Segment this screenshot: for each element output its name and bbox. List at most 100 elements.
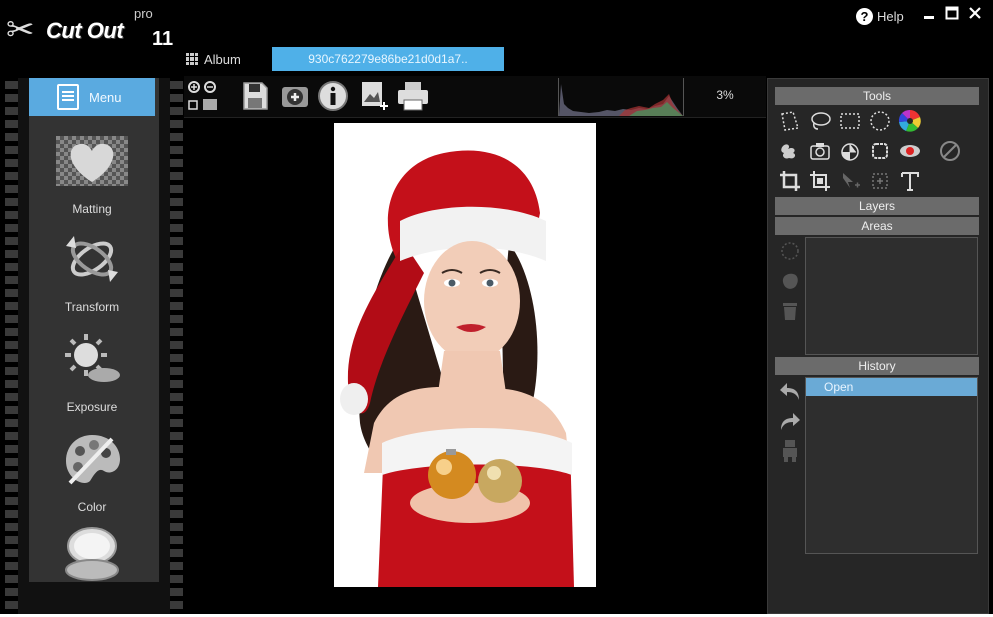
maximize-button[interactable] [943, 6, 961, 24]
ellipse-select-tool[interactable] [867, 108, 893, 134]
photo-preview [334, 123, 596, 587]
print-button[interactable] [396, 79, 430, 113]
exposure-label: Exposure [66, 400, 118, 414]
scissors-icon: ✂ [6, 10, 35, 50]
area-select-button[interactable] [778, 239, 802, 263]
app-brand: Cut Out [46, 18, 124, 43]
history-list[interactable]: Open [805, 377, 978, 554]
file-tab[interactable]: 930c762279e86be21d0d1a7.. [272, 47, 504, 71]
grid-icon [186, 53, 198, 65]
move-tool[interactable] [837, 168, 863, 194]
heart-matting-icon [56, 130, 128, 192]
help-button[interactable]: ? Help [856, 6, 904, 26]
album-label: Album [204, 51, 241, 67]
menu-document-icon [57, 84, 79, 110]
menu-item-transform[interactable]: Transform [29, 228, 155, 314]
undo-button[interactable] [778, 379, 802, 403]
paint-bucket-icon [841, 143, 859, 161]
add-image-icon [282, 87, 308, 107]
crop-icon [780, 171, 800, 191]
maximize-icon [945, 6, 959, 20]
rectangle-select-tool[interactable] [837, 108, 863, 134]
menu-item-matting[interactable]: Matting [29, 130, 155, 216]
new-image-button[interactable] [358, 79, 392, 113]
main-toolbar: 3% [184, 76, 766, 118]
color-wheel-tool[interactable] [897, 108, 923, 134]
menu-button[interactable]: Menu [29, 78, 155, 116]
clear-tool[interactable] [937, 138, 963, 164]
minimize-button[interactable] [920, 6, 938, 24]
red-eye-icon [900, 145, 920, 157]
exposure-sun-icon [56, 328, 128, 390]
transform-selection-tool[interactable] [867, 168, 893, 194]
info-button[interactable] [316, 79, 350, 113]
perspective-crop-icon [810, 171, 830, 191]
matting-label: Matting [72, 202, 112, 216]
robot-icon [783, 440, 797, 462]
close-button[interactable] [966, 6, 984, 24]
app-edition: pro [134, 6, 153, 21]
new-image-icon [362, 82, 388, 110]
save-icon [243, 82, 268, 110]
menu-label: Menu [89, 89, 122, 105]
zoom-icon [188, 81, 217, 110]
magic-brush-tool[interactable] [777, 138, 803, 164]
histogram-display [558, 78, 684, 116]
red-eye-tool[interactable] [897, 138, 923, 164]
layers-header[interactable]: Layers [775, 197, 979, 215]
image-canvas[interactable] [184, 119, 766, 614]
help-icon: ? [856, 7, 873, 25]
menu-item-color[interactable]: Color [29, 428, 155, 514]
magic-brush-icon [781, 144, 796, 159]
polygon-select-tool[interactable] [777, 108, 803, 134]
tools-header[interactable]: Tools [775, 87, 979, 105]
histogram-graph [559, 84, 683, 116]
close-icon [969, 7, 981, 19]
ellipse-select-icon [870, 111, 890, 131]
filmstrip-left [5, 78, 18, 614]
lasso-icon [811, 112, 831, 130]
redo-button[interactable] [778, 409, 802, 433]
area-fill-button[interactable] [778, 269, 802, 293]
perspective-crop-tool[interactable] [807, 168, 833, 194]
text-icon [901, 172, 919, 191]
history-header[interactable]: History [775, 357, 979, 375]
menu-item-compact[interactable] [29, 524, 155, 596]
areas-list[interactable] [805, 237, 978, 355]
paint-bucket-tool[interactable] [837, 138, 863, 164]
camera-tool[interactable] [807, 138, 833, 164]
history-robot-button[interactable] [778, 439, 802, 463]
app-logo: ✂ Cut Out pro 11 [6, 4, 176, 50]
camera-icon [810, 143, 830, 160]
stamp-tool[interactable] [867, 138, 893, 164]
polygon-select-icon [781, 111, 799, 131]
crop-tool[interactable] [777, 168, 803, 194]
text-tool[interactable] [897, 168, 923, 194]
redo-icon [781, 413, 800, 430]
info-icon [318, 81, 348, 111]
zoom-controls[interactable] [186, 79, 220, 113]
transform-rotate-icon [56, 228, 128, 290]
printer-icon [398, 82, 428, 111]
color-palette-icon [56, 428, 128, 490]
zoom-level: 3% [716, 88, 734, 102]
menu-item-exposure[interactable]: Exposure [29, 328, 155, 414]
stamp-icon [872, 143, 888, 159]
trash-icon [783, 303, 797, 320]
lasso-tool[interactable] [807, 108, 833, 134]
add-layer-button[interactable] [278, 79, 312, 113]
areas-header[interactable]: Areas [775, 217, 979, 235]
color-label: Color [77, 500, 107, 514]
help-label: Help [877, 8, 904, 24]
move-arrow-icon [843, 173, 860, 188]
santa-woman-photo [334, 123, 596, 587]
left-menu-panel: Menu Matting Transform Exposure Color [5, 78, 183, 614]
filmstrip-right [170, 78, 183, 614]
title-bar: ✂ Cut Out pro 11 ? Help Album 930c762279… [0, 0, 993, 74]
minimize-icon [924, 16, 934, 19]
transform-selection-icon [872, 173, 888, 189]
save-button[interactable] [238, 79, 272, 113]
history-item-open[interactable]: Open [806, 378, 977, 396]
album-button[interactable]: Album [186, 50, 241, 68]
area-delete-button[interactable] [778, 299, 802, 323]
